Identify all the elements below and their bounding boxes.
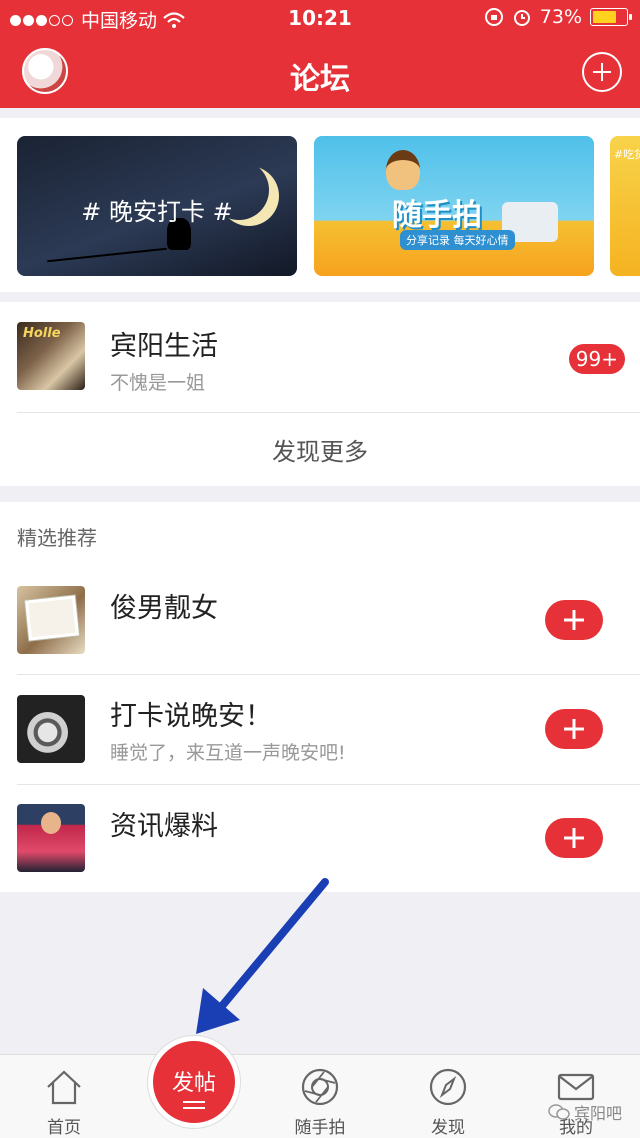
banner-foodie[interactable]: #吃货 — [610, 136, 640, 276]
tab-discover[interactable]: 发现 — [384, 1055, 512, 1138]
forum-thumbnail — [17, 322, 85, 390]
banner-text: # 晚安打卡 # — [81, 198, 233, 226]
join-button[interactable] — [545, 600, 603, 640]
banner-title: 随手拍 — [392, 198, 482, 233]
home-icon — [47, 1070, 81, 1105]
add-icon[interactable] — [582, 52, 622, 92]
recommend-title[interactable]: 资讯爆料 — [110, 804, 218, 843]
banner-goodnight[interactable]: # 晚安打卡 # — [17, 136, 297, 276]
forum-title[interactable]: 宾阳生活 — [110, 324, 218, 363]
unread-badge: 99+ — [568, 344, 625, 374]
tab-home[interactable]: 首页 — [0, 1055, 128, 1138]
forum-subtitle: 不愧是一姐 — [110, 372, 206, 394]
recommend-title[interactable]: 打卡说晚安！ — [110, 694, 272, 733]
discover-more-link[interactable]: 发现更多 — [0, 432, 640, 467]
divider — [17, 674, 640, 675]
post-button[interactable]: 发帖 — [148, 1036, 240, 1128]
battery-icon — [590, 8, 632, 26]
aperture-icon — [301, 1068, 339, 1106]
tab-mine[interactable]: 我的 — [512, 1055, 640, 1138]
divider — [17, 412, 640, 413]
page-title: 论坛 — [290, 62, 350, 97]
alarm-icon — [513, 10, 530, 26]
banner-carousel[interactable]: # 晚安打卡 # 随手拍 分享记录 每天好心情 #吃货 — [0, 118, 640, 292]
tab-bar: 首页 随手拍 发现 我的 — [0, 1054, 640, 1138]
tab-label: 发现 — [431, 1118, 465, 1138]
recommend-section: 精选推荐 俊男靓女 打卡说晚安！ 睡觉了，来互道一声晚安吧! 资讯爆料 — [0, 502, 640, 892]
recommend-subtitle: 睡觉了，来互道一声晚安吧! — [110, 742, 346, 764]
banner-subtitle: 分享记录 每天好心情 — [400, 230, 515, 250]
join-button[interactable] — [545, 818, 603, 858]
recommend-thumbnail — [17, 695, 85, 763]
tab-label: 随手拍 — [294, 1118, 346, 1138]
watermark-text: 宾阳吧 — [573, 1104, 622, 1123]
banner-snapshot[interactable]: 随手拍 分享记录 每天好心情 — [314, 136, 594, 276]
post-label: 发帖 — [171, 1071, 216, 1096]
status-bar: 中国移动 10:21 73% — [0, 0, 640, 36]
divider — [17, 784, 640, 785]
wechat-icon — [548, 1104, 570, 1120]
tab-label: 首页 — [47, 1118, 81, 1138]
cartoon-person — [386, 150, 420, 190]
wire-decoration — [47, 247, 167, 263]
section-heading: 精选推荐 — [17, 526, 97, 550]
forum-list: 宾阳生活 不愧是一姐 99+ 发现更多 — [0, 302, 640, 486]
tab-snapshot[interactable]: 随手拍 — [256, 1055, 384, 1138]
watermark: 宾阳吧 — [548, 1100, 622, 1124]
battery-percent: 73% — [539, 6, 582, 28]
recommend-title[interactable]: 俊男靓女 — [110, 586, 218, 625]
recommend-thumbnail — [17, 586, 85, 654]
banner-text: #吃货 — [614, 148, 640, 161]
compass-icon — [429, 1068, 467, 1106]
join-button[interactable] — [545, 709, 603, 749]
rotation-lock-icon — [484, 8, 503, 26]
menu-lines-icon — [183, 1101, 205, 1109]
top-bar: 中国移动 10:21 73% 论坛 — [0, 0, 640, 108]
recommend-thumbnail — [17, 804, 85, 872]
